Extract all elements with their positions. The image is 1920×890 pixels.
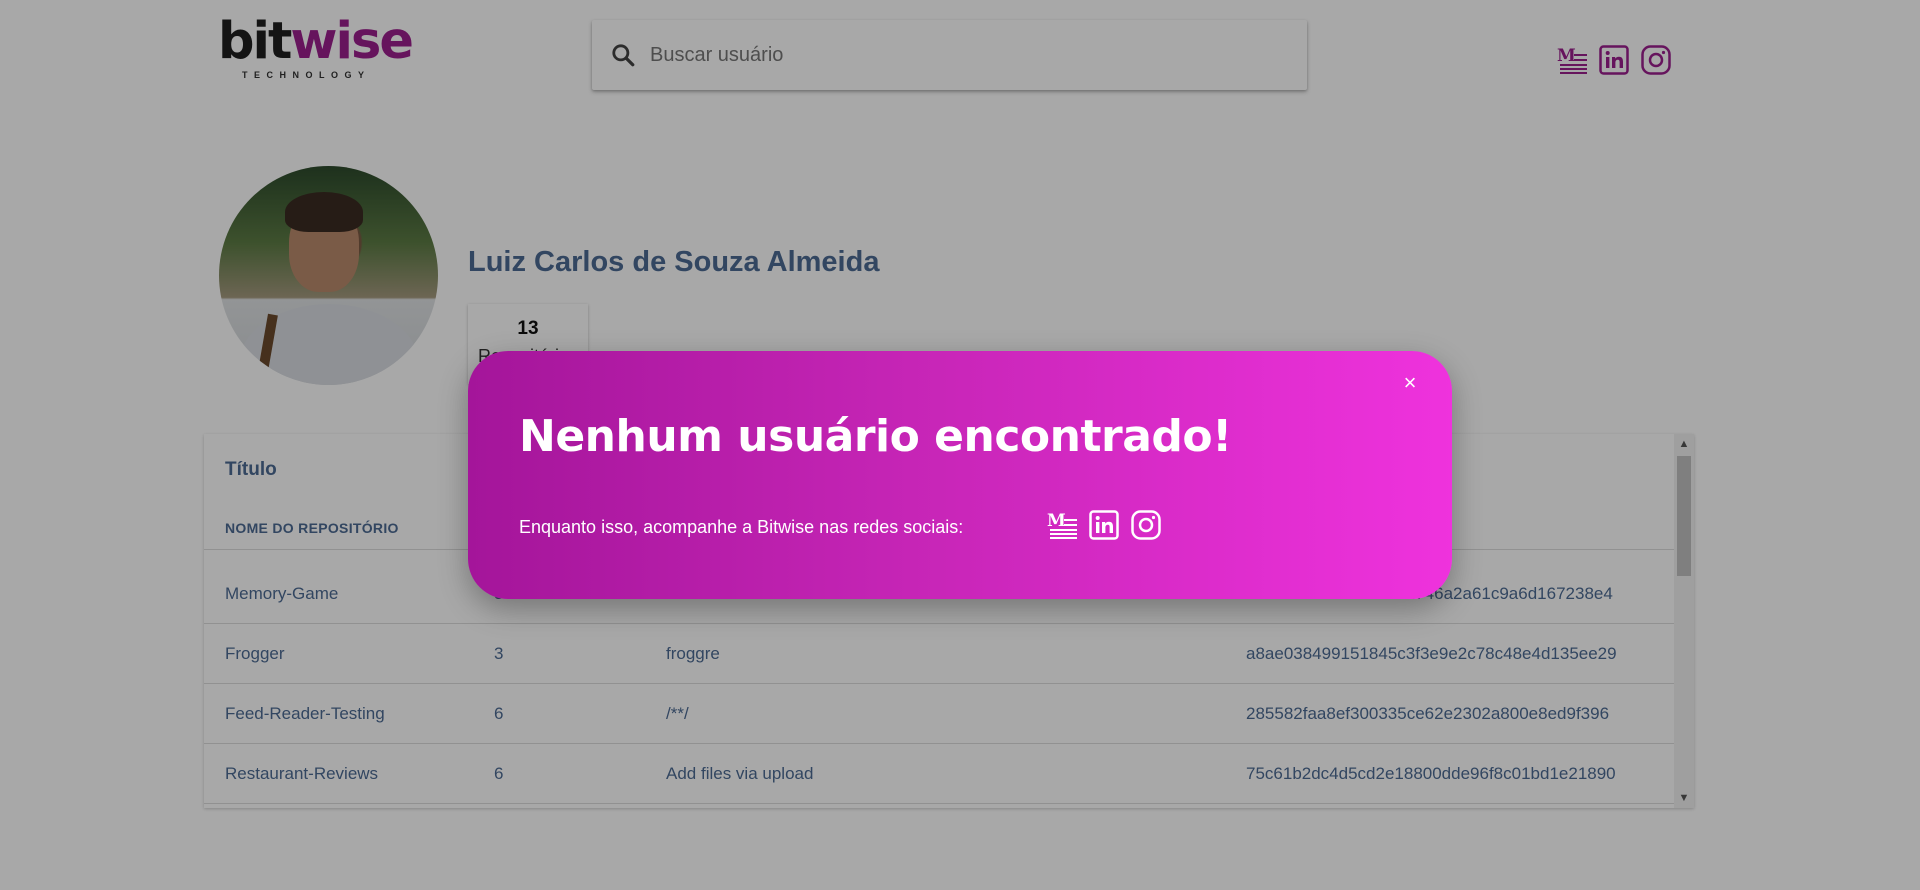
svg-text:M: M bbox=[1047, 511, 1066, 531]
no-user-modal: × Nenhum usuário encontrado! Enquanto is… bbox=[468, 351, 1452, 599]
instagram-icon[interactable] bbox=[1130, 509, 1162, 541]
modal-title: Nenhum usuário encontrado! bbox=[519, 411, 1232, 462]
linkedin-icon[interactable] bbox=[1088, 509, 1120, 541]
medium-icon[interactable]: M bbox=[1046, 509, 1078, 541]
close-icon[interactable]: × bbox=[1396, 369, 1424, 397]
modal-message: Enquanto isso, acompanhe a Bitwise nas r… bbox=[519, 517, 964, 537]
modal-social-links: M bbox=[1046, 509, 1162, 541]
